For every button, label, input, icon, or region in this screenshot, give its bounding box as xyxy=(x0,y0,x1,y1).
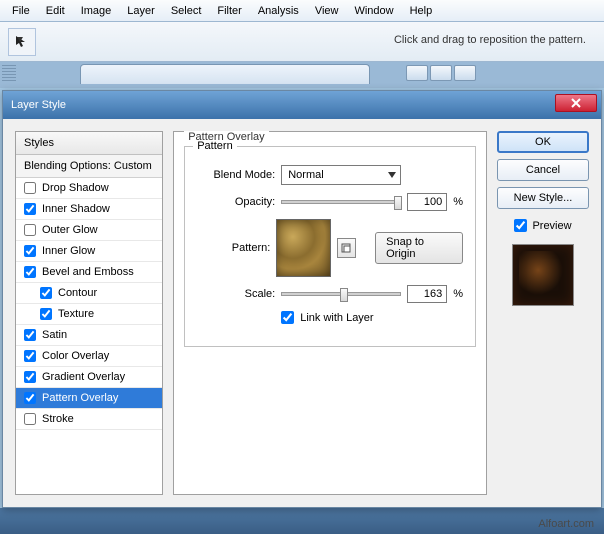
panel-grip-icon[interactable] xyxy=(2,65,16,83)
blend-mode-dropdown[interactable]: Normal xyxy=(281,165,401,185)
style-item-contour[interactable]: Contour xyxy=(16,283,162,304)
scale-input[interactable]: 163 xyxy=(407,285,447,303)
percent-label: % xyxy=(453,196,463,208)
blend-mode-label: Blend Mode: xyxy=(197,169,275,181)
link-with-layer-checkbox[interactable] xyxy=(281,311,294,324)
pattern-overlay-panel: Pattern Overlay Pattern Blend Mode: Norm… xyxy=(173,131,487,495)
style-checkbox[interactable] xyxy=(24,350,36,362)
new-swatch-icon xyxy=(341,243,351,253)
style-item-bevel-and-emboss[interactable]: Bevel and Emboss xyxy=(16,262,162,283)
menu-layer[interactable]: Layer xyxy=(119,2,163,20)
scale-slider[interactable] xyxy=(281,292,401,296)
tool-flyout-icon xyxy=(17,37,33,53)
styles-header[interactable]: Styles xyxy=(16,132,162,155)
doc-restore-button[interactable] xyxy=(430,65,452,81)
group-label: Pattern xyxy=(193,140,236,152)
style-label: Inner Shadow xyxy=(42,203,110,215)
layer-style-dialog: Layer Style Styles Blending Options: Cus… xyxy=(2,90,602,508)
cancel-button[interactable]: Cancel xyxy=(497,159,589,181)
style-item-color-overlay[interactable]: Color Overlay xyxy=(16,346,162,367)
style-label: Bevel and Emboss xyxy=(42,266,134,278)
style-item-inner-glow[interactable]: Inner Glow xyxy=(16,241,162,262)
style-label: Gradient Overlay xyxy=(42,371,125,383)
style-label: Satin xyxy=(42,329,67,341)
style-label: Color Overlay xyxy=(42,350,109,362)
style-label: Outer Glow xyxy=(42,224,98,236)
blending-options[interactable]: Blending Options: Custom xyxy=(16,155,162,178)
menu-window[interactable]: Window xyxy=(346,2,401,20)
document-strip xyxy=(0,62,604,88)
style-item-gradient-overlay[interactable]: Gradient Overlay xyxy=(16,367,162,388)
style-checkbox[interactable] xyxy=(24,266,36,278)
move-tool-icon[interactable] xyxy=(8,28,36,56)
style-checkbox[interactable] xyxy=(24,224,36,236)
dialog-titlebar[interactable]: Layer Style xyxy=(3,91,601,119)
menu-image[interactable]: Image xyxy=(73,2,120,20)
blend-mode-value: Normal xyxy=(288,169,323,181)
dialog-buttons: OK Cancel New Style... Preview xyxy=(497,131,589,495)
style-label: Contour xyxy=(58,287,97,299)
style-item-outer-glow[interactable]: Outer Glow xyxy=(16,220,162,241)
style-checkbox[interactable] xyxy=(24,329,36,341)
pattern-swatch[interactable] xyxy=(276,219,330,277)
menu-filter[interactable]: Filter xyxy=(209,2,249,20)
style-label: Texture xyxy=(58,308,94,320)
background-strip xyxy=(0,508,604,534)
menu-select[interactable]: Select xyxy=(163,2,210,20)
menu-edit[interactable]: Edit xyxy=(38,2,73,20)
watermark: Alfoart.com xyxy=(538,518,594,530)
menu-file[interactable]: File xyxy=(4,2,38,20)
style-label: Inner Glow xyxy=(42,245,95,257)
preview-swatch xyxy=(512,244,574,306)
snap-to-origin-button[interactable]: Snap to Origin xyxy=(375,232,463,264)
preview-label: Preview xyxy=(532,220,571,232)
dialog-close-button[interactable] xyxy=(555,94,597,112)
scale-label: Scale: xyxy=(197,288,275,300)
style-item-drop-shadow[interactable]: Drop Shadow xyxy=(16,178,162,199)
style-checkbox[interactable] xyxy=(24,413,36,425)
preview-checkbox[interactable] xyxy=(514,219,527,232)
style-checkbox[interactable] xyxy=(40,287,52,299)
style-checkbox[interactable] xyxy=(24,371,36,383)
styles-list: Styles Blending Options: Custom Drop Sha… xyxy=(15,131,163,495)
options-bar: Click and drag to reposition the pattern… xyxy=(0,22,604,62)
doc-min-button[interactable] xyxy=(406,65,428,81)
pattern-label: Pattern: xyxy=(197,242,270,254)
link-with-layer-label: Link with Layer xyxy=(300,312,373,324)
style-item-stroke[interactable]: Stroke xyxy=(16,409,162,430)
slider-thumb[interactable] xyxy=(340,288,348,302)
style-checkbox[interactable] xyxy=(24,182,36,194)
options-hint: Click and drag to reposition the pattern… xyxy=(394,34,586,46)
doc-close-button[interactable] xyxy=(454,65,476,81)
menu-view[interactable]: View xyxy=(307,2,347,20)
ok-button[interactable]: OK xyxy=(497,131,589,153)
document-tab[interactable] xyxy=(80,64,370,84)
menu-analysis[interactable]: Analysis xyxy=(250,2,307,20)
style-label: Stroke xyxy=(42,413,74,425)
close-icon xyxy=(571,98,581,108)
percent-label: % xyxy=(453,288,463,300)
new-style-button[interactable]: New Style... xyxy=(497,187,589,209)
pattern-picker-button[interactable] xyxy=(337,238,356,258)
opacity-slider[interactable] xyxy=(281,200,401,204)
style-checkbox[interactable] xyxy=(40,308,52,320)
style-checkbox[interactable] xyxy=(24,245,36,257)
dialog-title-text: Layer Style xyxy=(11,99,66,111)
opacity-input[interactable]: 100 xyxy=(407,193,447,211)
style-checkbox[interactable] xyxy=(24,203,36,215)
menu-help[interactable]: Help xyxy=(402,2,441,20)
style-item-texture[interactable]: Texture xyxy=(16,304,162,325)
style-label: Drop Shadow xyxy=(42,182,109,194)
style-item-inner-shadow[interactable]: Inner Shadow xyxy=(16,199,162,220)
style-checkbox[interactable] xyxy=(24,392,36,404)
style-item-pattern-overlay[interactable]: Pattern Overlay xyxy=(16,388,162,409)
chevron-down-icon xyxy=(388,172,396,178)
opacity-label: Opacity: xyxy=(197,196,275,208)
style-item-satin[interactable]: Satin xyxy=(16,325,162,346)
pattern-group: Pattern Blend Mode: Normal Opacity: 100 … xyxy=(184,146,476,347)
menubar: File Edit Image Layer Select Filter Anal… xyxy=(0,0,604,22)
slider-thumb[interactable] xyxy=(394,196,402,210)
style-label: Pattern Overlay xyxy=(42,392,118,404)
